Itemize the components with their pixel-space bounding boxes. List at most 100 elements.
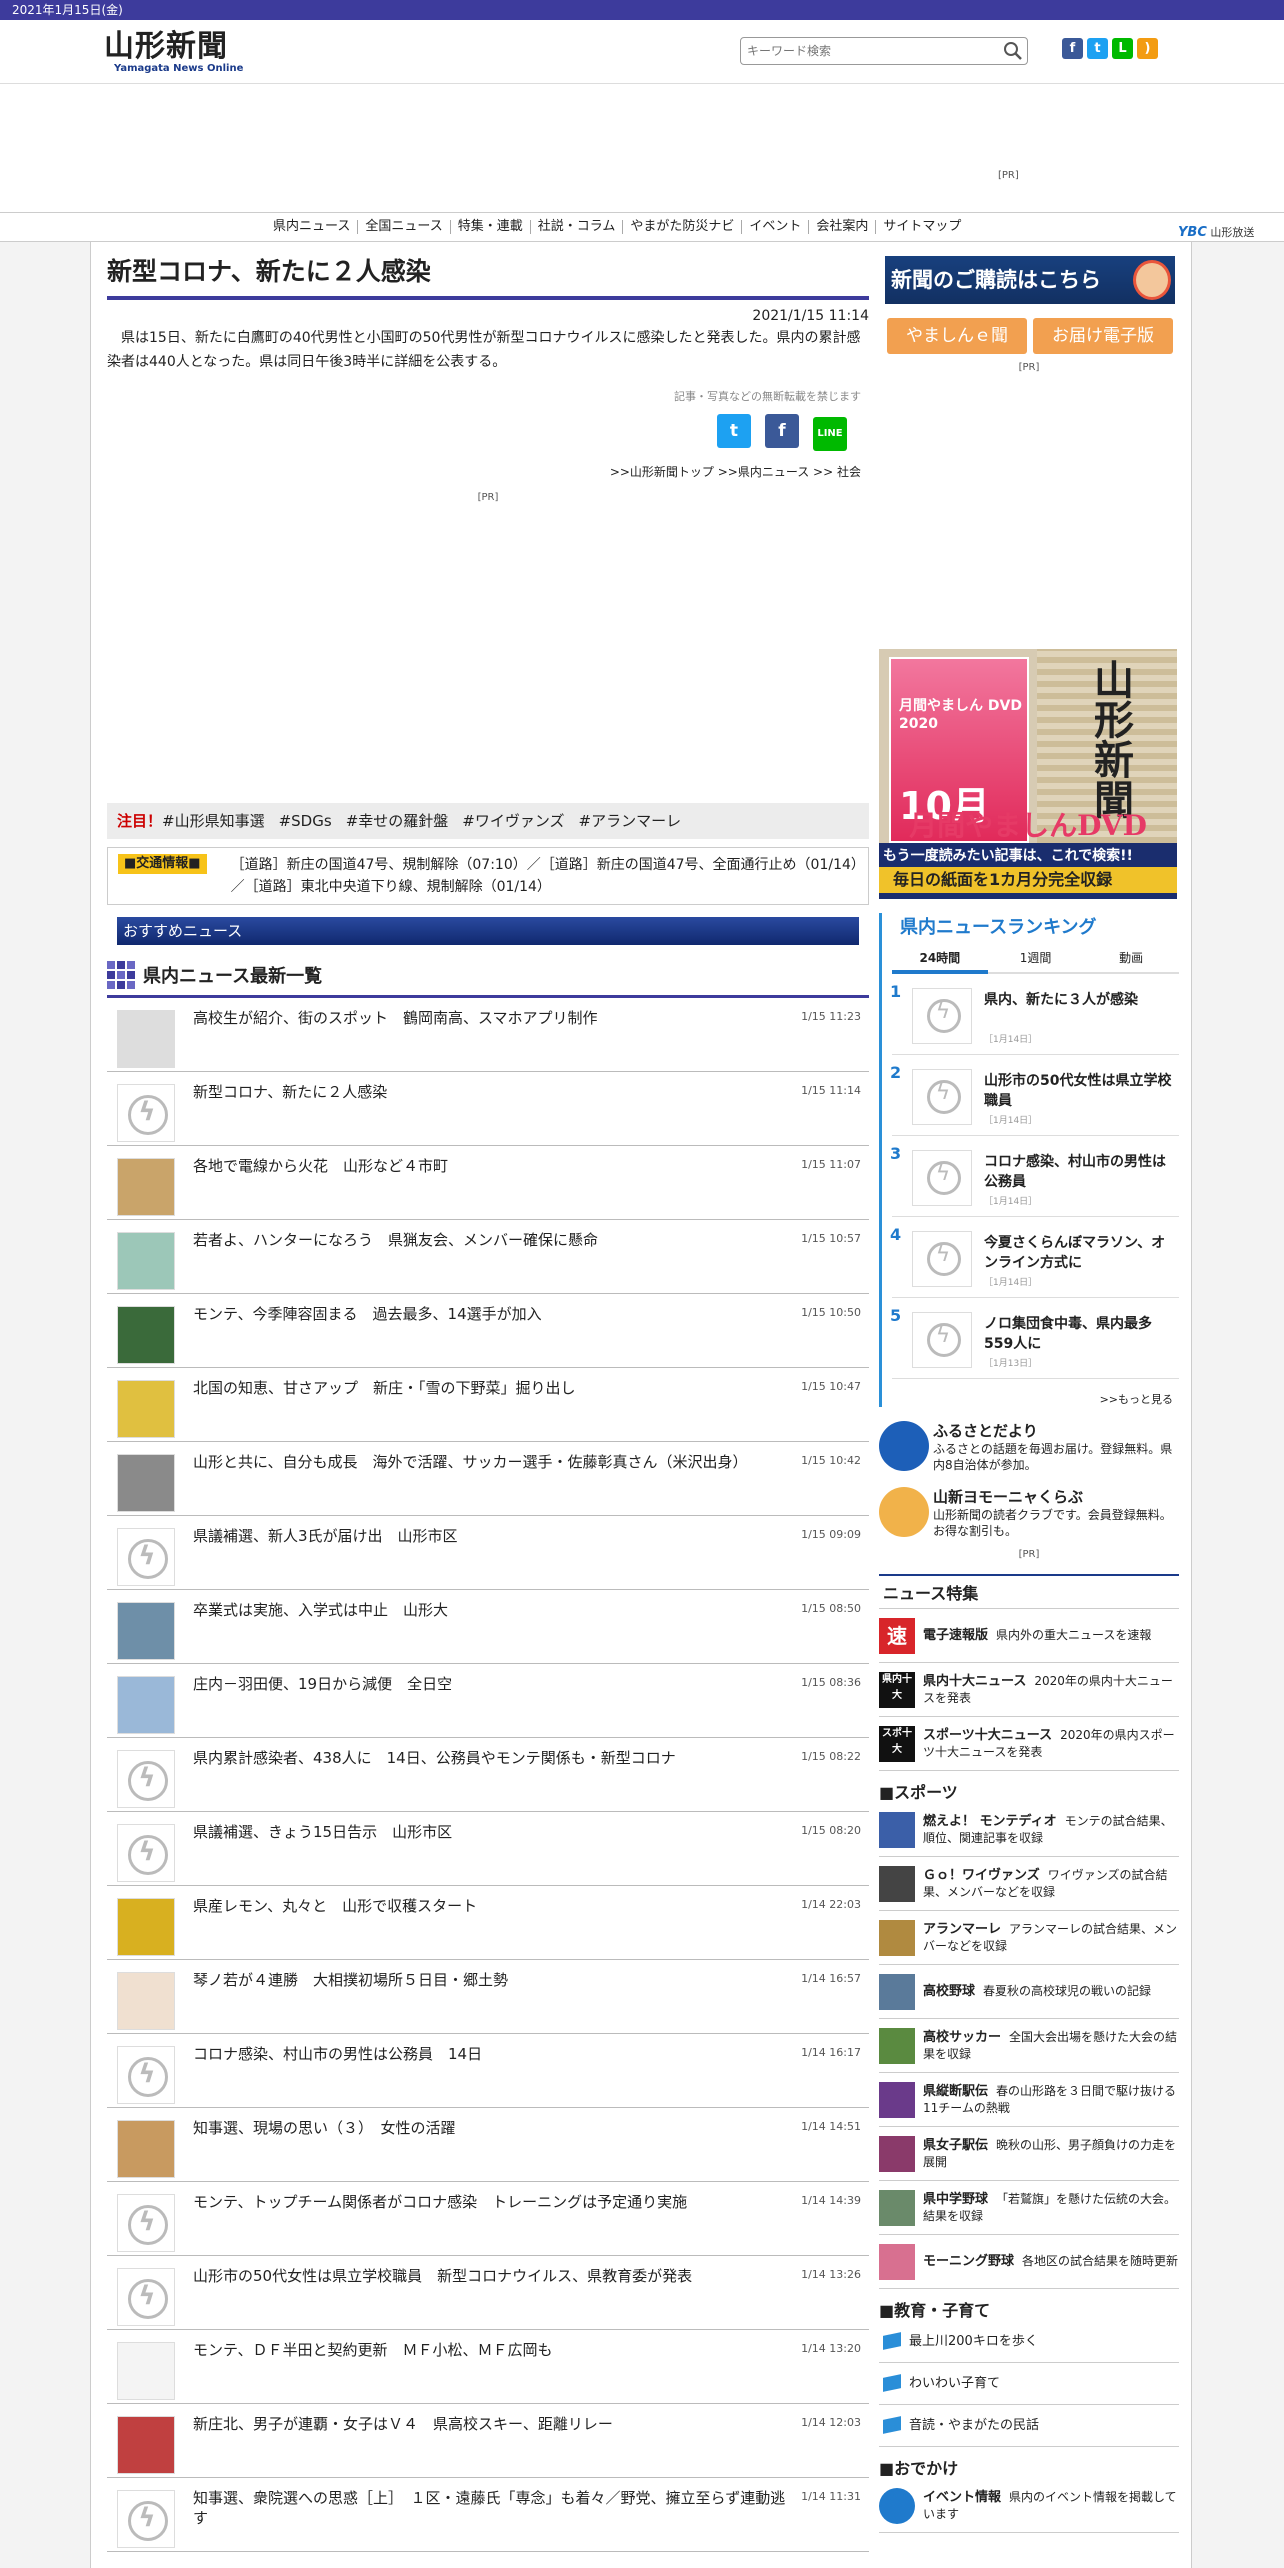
news-headline[interactable]: 庄内－羽田便、19日から減便 全日空: [193, 1674, 793, 1694]
news-headline[interactable]: 県議補選、きょう15日告示 山形市区: [193, 1822, 793, 1842]
yamashin-ebun-button[interactable]: やましんｅ聞: [887, 318, 1027, 354]
sports-name[interactable]: 高校野球: [923, 1984, 975, 1999]
news-headline[interactable]: 卒業式は実施、入学式は中止 山形大: [193, 1600, 793, 1620]
news-headline[interactable]: モンテ、ＤＦ半田と契約更新 ＭＦ小松、ＭＦ広岡も: [193, 2340, 793, 2360]
digital-edition-button[interactable]: お届け電子版: [1033, 318, 1173, 354]
tag-link[interactable]: #ワイヴァンズ: [462, 812, 564, 830]
news-headline[interactable]: モンテ、トップチーム関係者がコロナ感染 トレーニングは予定通り実施: [193, 2192, 793, 2212]
news-headline[interactable]: 新庄北、男子が連覇・女子はＶ４ 県高校スキー、距離リレー: [193, 2414, 793, 2434]
news-thumbnail[interactable]: [117, 1158, 175, 1216]
news-headline[interactable]: 知事選、現場の思い（３） 女性の活躍: [193, 2118, 793, 2138]
no-image-icon[interactable]: [117, 2046, 176, 2104]
nav-item-national-news[interactable]: 全国ニュース: [358, 220, 451, 234]
news-headline[interactable]: 新型コロナ、新たに２人感染: [193, 1082, 793, 1102]
nav-item-sitemap[interactable]: サイトマップ: [876, 220, 968, 234]
sports-item[interactable]: 高校野球 春夏秋の高校球児の戦いの記録: [879, 1965, 1179, 2019]
line-share-icon[interactable]: LINE: [813, 417, 847, 451]
ranking-item[interactable]: 3 コロナ感染、村山市の男性は公務員 ［1月14日］: [890, 1136, 1179, 1217]
sports-name[interactable]: 県女子駅伝: [923, 2138, 988, 2153]
nav-item-company[interactable]: 会社案内: [809, 220, 877, 234]
rank-title[interactable]: 県内、新たに３人が感染: [984, 990, 1174, 1010]
nav-item-editorials[interactable]: 社説・コラム: [531, 220, 624, 234]
news-headline[interactable]: 高校生が紹介、街のスポット 鶴岡南高、スマホアプリ制作: [193, 1008, 793, 1028]
news-item[interactable]: モンテ、トップチーム関係者がコロナ感染 トレーニングは予定通り実施 1/14 14…: [107, 2182, 869, 2256]
no-image-icon[interactable]: [117, 1750, 176, 1808]
search-icon[interactable]: [1003, 41, 1023, 61]
news-thumbnail[interactable]: [117, 1972, 175, 2030]
news-headline[interactable]: 県産レモン、丸々と 山形で収穫スタート: [193, 1896, 793, 1916]
no-image-icon[interactable]: [117, 1528, 176, 1586]
site-logo[interactable]: 山形新聞 Yamagata News Online: [104, 30, 254, 78]
news-item[interactable]: 県議補選、きょう15日告示 山形市区 1/15 08:20: [107, 1812, 869, 1886]
news-thumbnail[interactable]: [117, 1898, 175, 1956]
news-item[interactable]: 知事選、現場の思い（３） 女性の活躍 1/14 14:51: [107, 2108, 869, 2182]
news-headline[interactable]: 知事選、衆院選への思惑［上］ １区・遠藤氏「専念」も着々／野党、擁立至らず連動逃…: [193, 2488, 793, 2528]
edu-item[interactable]: わいわい子育て: [879, 2363, 1179, 2405]
sports-name[interactable]: 燃えよ！ モンテディオ: [923, 1814, 1057, 1829]
facebook-icon[interactable]: f: [1062, 38, 1083, 59]
tag-link[interactable]: #山形県知事選: [162, 812, 265, 830]
no-image-icon[interactable]: [117, 1084, 176, 1142]
ranking-item[interactable]: 5 ノロ集団食中毒、県内最多559人に ［1月13日］: [890, 1298, 1179, 1379]
no-image-icon[interactable]: [912, 1312, 973, 1368]
sports-name[interactable]: 県中学野球: [923, 2192, 988, 2207]
nav-item-local-news[interactable]: 県内ニュース: [266, 220, 359, 234]
no-image-icon[interactable]: [117, 1824, 176, 1882]
rank-title[interactable]: コロナ感染、村山市の男性は公務員: [984, 1152, 1174, 1192]
recommended-news-bar[interactable]: おすすめニュース: [117, 917, 859, 945]
line-icon[interactable]: L: [1112, 38, 1133, 59]
tag-link[interactable]: #SDGs: [279, 812, 332, 830]
news-item[interactable]: 山形市の50代女性は県立学校職員 新型コロナウイルス、県教育委が発表 1/14 1…: [107, 2256, 869, 2330]
nav-item-features[interactable]: 特集・連載: [451, 220, 531, 234]
no-image-icon[interactable]: [117, 2490, 176, 2548]
tab-24h[interactable]: 24時間: [892, 949, 988, 974]
edu-item[interactable]: 音読・やまがたの民話: [879, 2405, 1179, 2447]
sports-item[interactable]: 県中学野球 「若鷲旗」を懸けた伝統の大会。結果を収録: [879, 2181, 1179, 2235]
news-item[interactable]: 県産レモン、丸々と 山形で収穫スタート 1/14 22:03: [107, 1886, 869, 1960]
tokushu-item[interactable]: 県内十大 県内十大ニュース 2020年の県内十大ニュースを発表: [879, 1663, 1179, 1717]
news-item[interactable]: コロナ感染、村山市の男性は公務員 14日 1/14 16:17: [107, 2034, 869, 2108]
edu-item[interactable]: 最上川200キロを歩く: [879, 2321, 1179, 2363]
tab-1week[interactable]: 1週間: [987, 949, 1084, 974]
sports-name[interactable]: アランマーレ: [923, 1922, 1001, 1937]
tokushu-name[interactable]: 県内十大ニュース: [923, 1674, 1026, 1689]
no-image-icon[interactable]: [117, 2194, 176, 2252]
news-thumbnail[interactable]: [117, 2120, 175, 2178]
rss-icon[interactable]: ): [1137, 38, 1158, 59]
twitter-icon[interactable]: t: [1087, 38, 1108, 59]
no-image-icon[interactable]: [912, 988, 973, 1044]
breadcrumb[interactable]: >>山形新聞トップ >>県内ニュース >> 社会: [107, 463, 869, 480]
rank-title[interactable]: 山形市の50代女性は県立学校職員: [984, 1071, 1174, 1111]
sports-item[interactable]: モーニング野球 各地区の試合結果を随時更新: [879, 2235, 1179, 2289]
twitter-share-icon[interactable]: t: [717, 414, 751, 448]
odekake-name[interactable]: イベント情報: [923, 2490, 1001, 2505]
more-link[interactable]: >>もっと見る: [892, 1391, 1179, 1407]
news-thumbnail[interactable]: [117, 2416, 175, 2474]
news-thumbnail[interactable]: [117, 1602, 175, 1660]
ranking-item[interactable]: 4 今夏さくらんぼマラソン、オンライン方式に ［1月14日］: [890, 1217, 1179, 1298]
news-item[interactable]: 新型コロナ、新たに２人感染 1/15 11:14: [107, 1072, 869, 1146]
news-item[interactable]: 高校生が紹介、街のスポット 鶴岡南高、スマホアプリ制作 1/15 11:23: [107, 998, 869, 1072]
news-headline[interactable]: コロナ感染、村山市の男性は公務員 14日: [193, 2044, 793, 2064]
no-image-icon[interactable]: [912, 1069, 973, 1125]
ranking-item[interactable]: 1 県内、新たに３人が感染 ［1月14日］: [890, 974, 1179, 1055]
sports-item[interactable]: 高校サッカー 全国大会出場を懸けた大会の結果を収録: [879, 2019, 1179, 2073]
news-item[interactable]: 県内累計感染者、438人に 14日、公務員やモンテ関係も・新型コロナ 1/15 0…: [107, 1738, 869, 1812]
news-headline[interactable]: モンテ、今季陣容固まる 過去最多、14選手が加入: [193, 1304, 793, 1324]
tokushu-item[interactable]: 速電子速報版 県内外の重大ニュースを速報: [879, 1609, 1179, 1663]
odekake-item[interactable]: イベント情報 県内のイベント情報を掲載しています: [879, 2479, 1179, 2533]
no-image-icon[interactable]: [117, 2268, 176, 2326]
news-item[interactable]: 県議補選、新人3氏が届け出 山形市区 1/15 09:09: [107, 1516, 869, 1590]
nav-item-disaster-navi[interactable]: やまがた防災ナビ: [623, 220, 743, 234]
furusato-promo[interactable]: ふるさとだより ふるさとの話題を毎週お届け。登録無料。県内8自治体が参加。: [879, 1421, 1179, 1473]
news-thumbnail[interactable]: [117, 1306, 175, 1364]
news-item[interactable]: 庄内－羽田便、19日から減便 全日空 1/15 08:36: [107, 1664, 869, 1738]
rank-title[interactable]: ノロ集団食中毒、県内最多559人に: [984, 1314, 1174, 1354]
news-item[interactable]: モンテ、ＤＦ半田と契約更新 ＭＦ小松、ＭＦ広岡も 1/14 13:20: [107, 2330, 869, 2404]
sports-name[interactable]: 高校サッカー: [923, 2030, 1001, 2045]
tokushu-item[interactable]: スポ十大 スポーツ十大ニュース 2020年の県内スポーツ十大ニュースを発表: [879, 1717, 1179, 1771]
sports-item[interactable]: 県縦断駅伝 春の山形路を３日間で駆け抜ける11チームの熱戦: [879, 2073, 1179, 2127]
news-thumbnail[interactable]: [117, 1380, 175, 1438]
search-input[interactable]: [741, 38, 991, 64]
sports-item[interactable]: 燃えよ！ モンテディオ モンテの試合結果、順位、関連記事を収録: [879, 1803, 1179, 1857]
